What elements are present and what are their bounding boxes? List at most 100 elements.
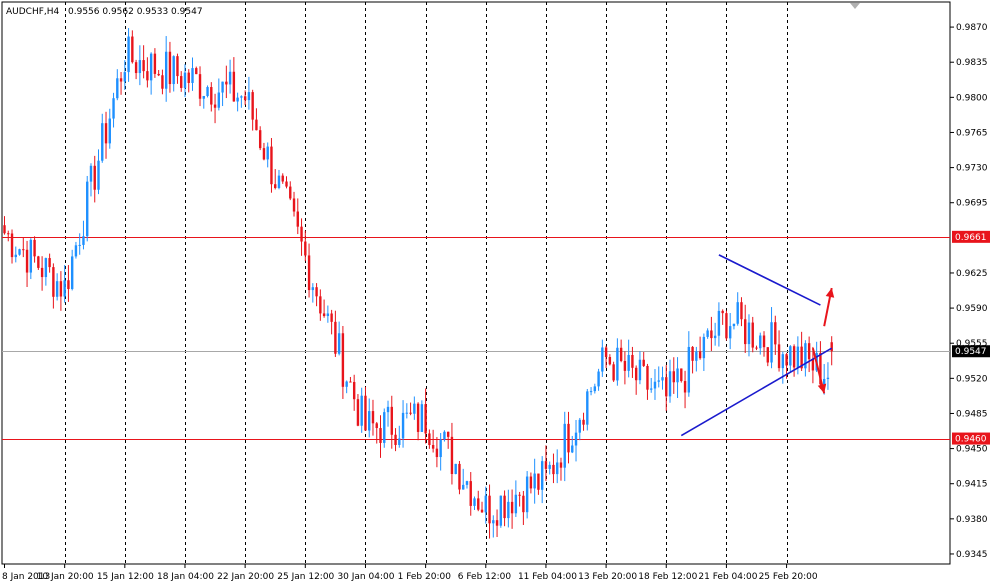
candle-body: [665, 377, 668, 397]
candle-body: [492, 520, 495, 524]
candle-body: [529, 476, 533, 489]
candle: [525, 471, 529, 519]
candle-body: [668, 371, 672, 397]
time-tick-label: 18 Jan 04:00: [157, 572, 214, 582]
candle-body: [514, 494, 518, 514]
candle-body: [826, 377, 830, 379]
candle-body: [721, 310, 724, 314]
candle-body: [183, 72, 187, 88]
candle-body: [435, 448, 439, 458]
candle-body: [40, 267, 44, 278]
candle-body: [225, 81, 228, 85]
candle-body: [119, 78, 123, 82]
candle-body: [97, 160, 100, 190]
candle-body: [556, 462, 559, 475]
candle-body: [792, 346, 796, 368]
price-axis: 0.9870 0.9835 0.9800 0.9765 0.9730 0.9695 0.96…: [950, 23, 988, 560]
candle-body: [195, 68, 198, 75]
candle-body: [364, 395, 367, 431]
candle-body: [251, 92, 254, 120]
candle-body: [228, 71, 232, 85]
candle-body: [544, 461, 548, 469]
candle-body: [33, 239, 36, 257]
candle: [499, 495, 503, 528]
candle-body: [168, 51, 172, 85]
chart-canvas[interactable]: 0.9870 0.9835 0.9800 0.9765 0.9730 0.9695 0.96…: [0, 0, 993, 584]
time-tick-label: 11 Feb 04:00: [518, 572, 577, 582]
candle-body: [352, 381, 356, 400]
candle-body: [236, 97, 239, 102]
candle-body: [747, 322, 751, 345]
candle-body: [413, 403, 416, 414]
candle-body: [616, 347, 619, 381]
price-tick-label: 0.9835: [956, 58, 988, 68]
candle-body: [657, 380, 660, 382]
candle-body: [789, 346, 792, 366]
candle-body: [774, 322, 777, 345]
candle-body: [232, 71, 236, 102]
candle-body: [289, 186, 292, 199]
candle-body: [285, 181, 288, 187]
candle-body: [424, 404, 427, 434]
candle-body: [830, 342, 833, 352]
candle-body: [548, 464, 551, 469]
candle-body: [386, 406, 390, 413]
candle-body: [70, 256, 74, 290]
price-tick-label: 0.9730: [956, 164, 988, 174]
symbol-label: AUDCHF,H4: [6, 7, 60, 17]
time-tick-label: 30 Jan 04:00: [337, 572, 394, 582]
candle-body: [360, 395, 363, 426]
candle-body: [7, 233, 10, 235]
candle-body: [604, 347, 608, 357]
candle-body: [518, 494, 521, 496]
candle-body: [510, 501, 514, 514]
candle-body: [661, 377, 664, 381]
candle-body: [431, 445, 435, 449]
candle-body: [281, 175, 284, 182]
candle-body: [371, 411, 375, 424]
candle-body: [691, 346, 694, 361]
candle-body: [522, 495, 525, 513]
current-price-tag-label: 0.9547: [955, 347, 987, 357]
candle-body: [638, 359, 642, 381]
candle-body: [108, 118, 111, 144]
candle-body: [469, 481, 472, 506]
candle-body: [262, 148, 266, 160]
candle: [18, 248, 21, 256]
candle: [383, 408, 386, 448]
candle-body: [311, 287, 315, 291]
candle-body: [642, 359, 645, 366]
time-tick-label: 15 Jan 12:00: [97, 572, 154, 582]
candle-body: [822, 378, 826, 385]
candle-body: [142, 60, 145, 72]
candle-body: [296, 211, 299, 227]
price-tick-label: 0.9380: [956, 515, 988, 525]
candle-body: [676, 368, 679, 383]
candle-body: [86, 181, 89, 237]
candle-body: [428, 433, 431, 446]
candle-body: [631, 354, 634, 368]
time-tick-label: 10 Jan 20:00: [37, 572, 94, 582]
price-chart[interactable]: 0.9870 0.9835 0.9800 0.9765 0.9730 0.9695 0.96…: [0, 0, 993, 584]
candle-body: [462, 484, 465, 490]
candle-body: [477, 498, 480, 510]
candle-body: [55, 281, 59, 297]
candle-body: [315, 287, 318, 297]
candle-body: [672, 371, 675, 383]
candle-body: [10, 233, 14, 258]
candle-body: [180, 76, 183, 88]
candle-body: [164, 51, 168, 89]
candle-body: [368, 411, 371, 431]
candle-body: [22, 249, 25, 251]
candle-body: [82, 236, 85, 245]
plot-area: [1, 1, 951, 565]
candle-body: [112, 98, 115, 119]
candle-body: [488, 495, 491, 524]
candle-body: [710, 330, 713, 339]
price-tick-label: 0.9450: [956, 445, 988, 455]
candle-body: [740, 302, 743, 320]
candle-body: [785, 354, 788, 366]
candle-body: [653, 381, 657, 389]
candle-body: [48, 258, 51, 268]
candle: [586, 388, 589, 431]
